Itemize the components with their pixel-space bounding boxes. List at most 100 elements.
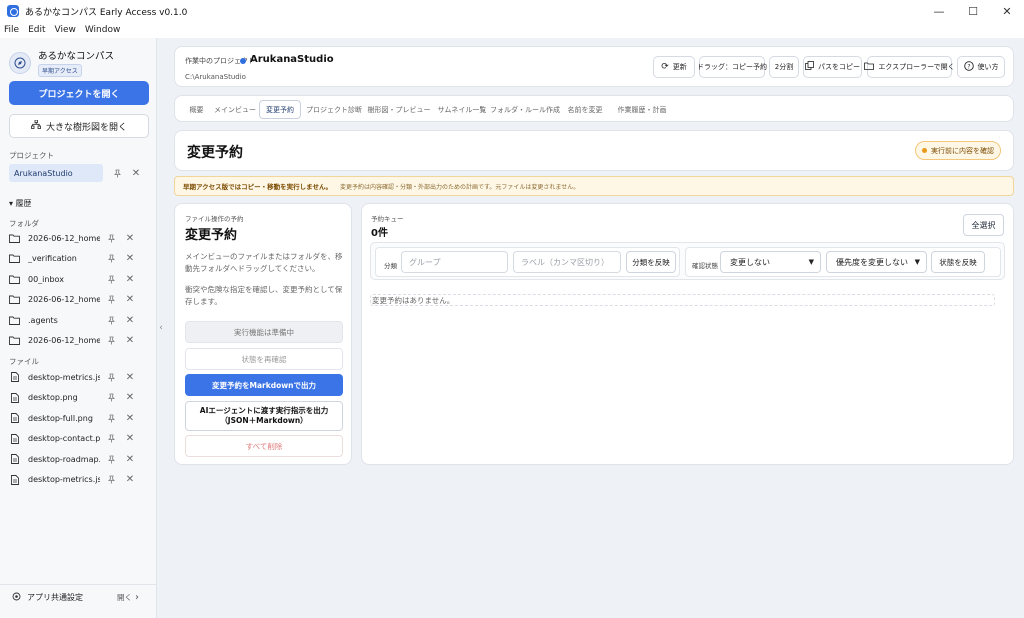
maximize-button[interactable]: ☐ <box>956 0 990 22</box>
status-select[interactable]: 変更しない ▼ <box>720 251 821 273</box>
labels-input[interactable]: ラベル（カンマ区切り） <box>513 251 621 273</box>
refresh-button[interactable]: ⟳ 更新 <box>653 56 695 78</box>
file-icon <box>9 454 20 464</box>
refresh-icon: ⟳ <box>661 62 669 72</box>
drag-mode-button[interactable]: ドラッグ：コピー予約 <box>697 56 767 78</box>
close-icon[interactable]: ✕ <box>125 474 135 485</box>
pin-icon[interactable] <box>106 434 116 444</box>
delete-all-button[interactable]: すべて削除 <box>185 435 343 457</box>
project-chip[interactable]: ArukanaStudio <box>9 164 103 182</box>
tab-thumbnails[interactable]: サムネイル一覧 <box>437 100 487 119</box>
tab-tree-preview[interactable]: 樹形図・プレビュー <box>368 100 431 119</box>
chevron-right-icon[interactable]: › <box>135 592 139 603</box>
open-big-tree-button[interactable]: 大きな樹形図を開く <box>9 114 149 138</box>
close-icon[interactable]: ✕ <box>131 168 141 179</box>
app-logo-icon <box>7 5 19 17</box>
recheck-status-button[interactable]: 状態を再確認 <box>185 348 343 370</box>
menu-edit[interactable]: Edit <box>28 25 45 35</box>
close-icon[interactable]: ✕ <box>125 274 135 285</box>
close-icon[interactable]: ✕ <box>125 454 135 465</box>
file-history-item[interactable]: desktop-roadmap... ✕ <box>9 450 149 468</box>
folder-history-item[interactable]: .agents ✕ <box>9 311 149 329</box>
compass-icon <box>9 51 31 74</box>
item-name: _verification <box>28 254 77 263</box>
close-window-button[interactable]: ✕ <box>990 0 1024 22</box>
tab-work-history[interactable]: 作業履歴・計画 <box>617 100 667 119</box>
apply-category-button[interactable]: 分類を反映 <box>626 251 676 273</box>
queue-count: 0件 <box>371 228 388 239</box>
window-title: あるかなコンパス Early Access v0.1.0 <box>25 7 188 18</box>
collapse-sidebar-icon[interactable]: ‹ <box>157 322 165 334</box>
pin-icon[interactable] <box>106 372 116 382</box>
export-markdown-button[interactable]: 変更予約をMarkdownで出力 <box>185 374 343 396</box>
tab-project-diagnosis[interactable]: プロジェクト診断 <box>306 100 362 119</box>
pin-icon[interactable] <box>106 295 116 305</box>
close-icon[interactable]: ✕ <box>125 413 135 424</box>
tab-overview[interactable]: 概要 <box>183 100 210 119</box>
help-button[interactable]: ? 使い方 <box>957 56 1005 78</box>
close-icon[interactable]: ✕ <box>125 315 135 326</box>
close-icon[interactable]: ✕ <box>125 335 135 346</box>
pin-icon[interactable] <box>106 315 116 325</box>
close-icon[interactable]: ✕ <box>125 372 135 383</box>
refresh-label: 更新 <box>672 63 687 71</box>
open-explorer-button[interactable]: エクスプローラーで開く <box>864 56 955 78</box>
status-badge: 実行前に内容を確認 <box>915 141 1001 160</box>
folder-history-item[interactable]: 00_inbox ✕ <box>9 270 149 288</box>
pin-icon[interactable] <box>106 454 116 464</box>
pin-icon[interactable] <box>106 254 116 264</box>
tab-folder-rules[interactable]: フォルダ・ルール作成 <box>490 100 560 119</box>
pin-icon[interactable] <box>106 393 116 403</box>
group-input[interactable]: グループ <box>401 251 508 273</box>
execute-button[interactable]: 実行機能は準備中 <box>185 321 343 343</box>
empty-queue-message: 変更予約はありません。 <box>370 294 995 306</box>
file-history-item[interactable]: desktop-full.png ✕ <box>9 409 149 427</box>
tree-icon <box>31 119 41 132</box>
history-toggle[interactable]: ▾ 履歴 <box>9 198 32 209</box>
chevron-down-icon: ▼ <box>808 258 814 266</box>
close-icon[interactable]: ✕ <box>125 253 135 264</box>
tab-rename[interactable]: 名前を変更 <box>565 100 605 119</box>
folder-history-item[interactable]: 2026-06-12_home... ✕ <box>9 229 149 247</box>
close-icon[interactable]: ✕ <box>125 433 135 444</box>
tab-change-reservations[interactable]: 変更予約 <box>259 100 301 119</box>
pin-icon[interactable] <box>106 233 116 243</box>
menu-file[interactable]: File <box>4 25 19 35</box>
folder-history-item[interactable]: _verification ✕ <box>9 250 149 268</box>
pin-icon[interactable] <box>106 413 116 423</box>
split-view-button[interactable]: 2分割 <box>769 56 799 78</box>
file-icon <box>9 413 20 423</box>
folder-history-item[interactable]: 2026-06-12_home... ✕ <box>9 291 149 309</box>
pin-icon[interactable] <box>106 475 116 485</box>
open-project-button[interactable]: プロジェクトを開く <box>9 81 149 105</box>
app-settings-label: アプリ共通設定 <box>27 593 83 602</box>
minimize-button[interactable]: — <box>922 0 956 22</box>
tab-main-view[interactable]: メインビュー <box>214 100 256 119</box>
item-name: .agents <box>28 315 58 325</box>
export-ai-instructions-button[interactable]: AIエージェントに渡す実行指示を出力 （JSON＋Markdown） <box>185 401 343 431</box>
close-icon[interactable]: ✕ <box>125 233 135 244</box>
file-history-item[interactable]: desktop-metrics.js... ✕ <box>9 471 149 489</box>
app-settings-row[interactable]: アプリ共通設定 開く › <box>0 584 157 610</box>
folder-history-item[interactable]: 2026-06-12_home... ✕ <box>9 332 149 350</box>
apply-status-button[interactable]: 状態を反映 <box>931 251 985 273</box>
file-history-item[interactable]: desktop-contact.p... ✕ <box>9 430 149 448</box>
item-name: desktop-contact.p... <box>28 434 100 443</box>
select-all-button[interactable]: 全選択 <box>963 214 1004 236</box>
file-history-item[interactable]: desktop.png ✕ <box>9 389 149 407</box>
page-header: 変更予約 実行前に内容を確認 <box>174 130 1014 171</box>
copy-path-button[interactable]: パスをコピー <box>803 56 862 78</box>
app-settings-open[interactable]: 開く <box>117 592 132 603</box>
close-icon[interactable]: ✕ <box>125 294 135 305</box>
item-name: desktop-metrics.js... <box>28 475 100 484</box>
file-history-item[interactable]: desktop-metrics.js... ✕ <box>9 368 149 386</box>
pin-icon[interactable] <box>112 168 122 178</box>
pin-icon[interactable] <box>106 274 116 284</box>
menu-window[interactable]: Window <box>85 25 121 35</box>
priority-select[interactable]: 優先度を変更しない ▼ <box>826 251 927 273</box>
pin-icon[interactable] <box>106 336 116 346</box>
menu-view[interactable]: View <box>55 25 76 35</box>
sidebar: あるかなコンパス 早期アクセス プロジェクトを開く 大きな樹形図を開く プロジェ… <box>0 38 157 618</box>
window-controls: — ☐ ✕ <box>922 0 1024 22</box>
close-icon[interactable]: ✕ <box>125 392 135 403</box>
